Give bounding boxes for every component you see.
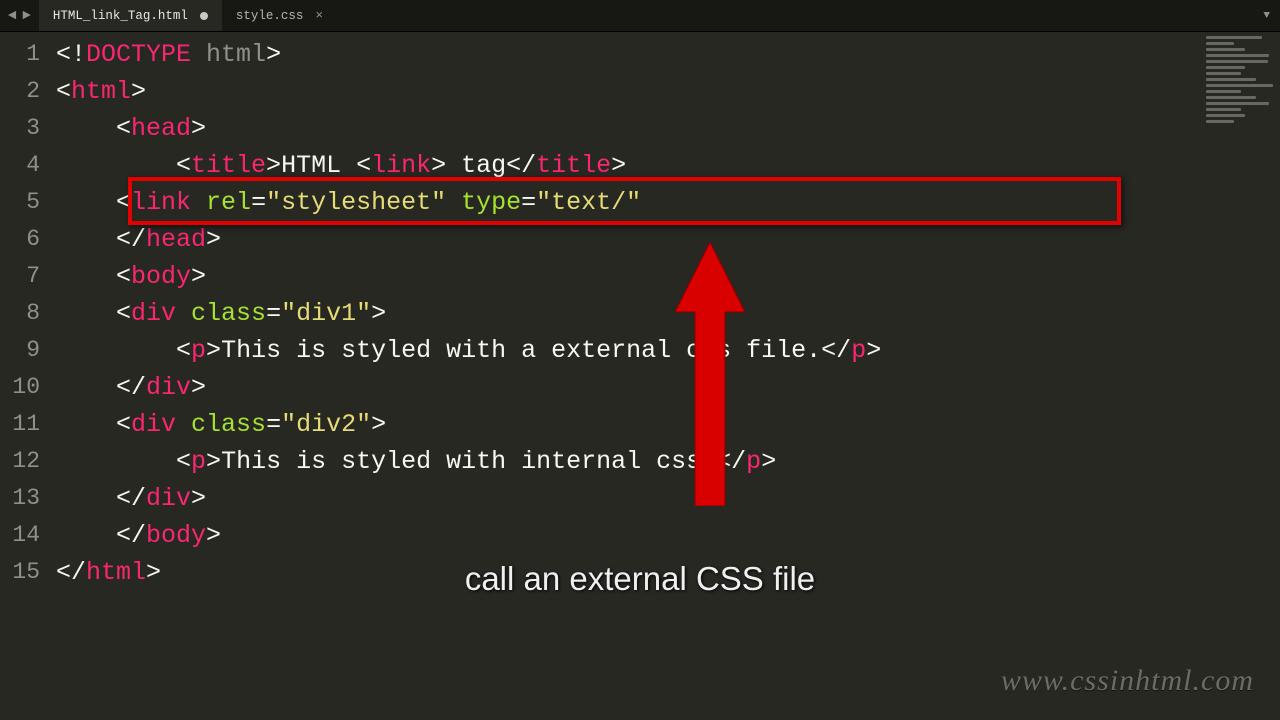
- code-line: <head>: [56, 110, 1280, 147]
- line-number: 5: [0, 184, 56, 221]
- tabs-dropdown-icon[interactable]: ▼: [1253, 10, 1280, 22]
- nav-forward-icon[interactable]: ►: [22, 8, 30, 24]
- code-line: </head>: [56, 221, 1280, 258]
- line-number: 3: [0, 110, 56, 147]
- code-line: <title>HTML <link> tag</title>: [56, 147, 1280, 184]
- nav-arrows: ◄ ►: [0, 8, 39, 24]
- code-area[interactable]: <!DOCTYPE html> <html> <head> <title>HTM…: [56, 32, 1280, 720]
- line-number-gutter: 1 2 3 4 5 6 7 8 9 10 11 12 13 14 15: [0, 32, 56, 720]
- code-line: <link rel="stylesheet" type="text/": [56, 184, 1280, 221]
- line-number: 8: [0, 295, 56, 332]
- code-editor[interactable]: 1 2 3 4 5 6 7 8 9 10 11 12 13 14 15 <!DO…: [0, 32, 1280, 720]
- unsaved-dot-icon: [200, 12, 208, 20]
- line-number: 11: [0, 406, 56, 443]
- code-line: <body>: [56, 258, 1280, 295]
- code-line: </body>: [56, 517, 1280, 554]
- line-number: 14: [0, 517, 56, 554]
- arrow-up-icon: [675, 242, 745, 506]
- tab-label: style.css: [236, 9, 304, 23]
- line-number: 2: [0, 73, 56, 110]
- line-number: 4: [0, 147, 56, 184]
- line-number: 6: [0, 221, 56, 258]
- line-number: 9: [0, 332, 56, 369]
- code-line: <div class="div2">: [56, 406, 1280, 443]
- minimap[interactable]: [1206, 36, 1276, 126]
- line-number: 7: [0, 258, 56, 295]
- tab-label: HTML_link_Tag.html: [53, 9, 188, 23]
- code-line: <!DOCTYPE html>: [56, 36, 1280, 73]
- code-line: <p>This is styled with a external css fi…: [56, 332, 1280, 369]
- tab-bar: ◄ ► HTML_link_Tag.html style.css × ▼: [0, 0, 1280, 32]
- line-number: 10: [0, 369, 56, 406]
- annotation-caption: call an external CSS file: [0, 560, 1280, 598]
- tab-style-css[interactable]: style.css ×: [222, 0, 337, 31]
- code-line: <p>This is styled with internal css.</p>: [56, 443, 1280, 480]
- line-number: 1: [0, 36, 56, 73]
- close-icon[interactable]: ×: [315, 8, 323, 23]
- code-line: <html>: [56, 73, 1280, 110]
- line-number: 13: [0, 480, 56, 517]
- code-line: </div>: [56, 480, 1280, 517]
- watermark: www.cssinhtml.com: [1001, 664, 1254, 698]
- tab-html-file[interactable]: HTML_link_Tag.html: [39, 0, 222, 31]
- nav-back-icon[interactable]: ◄: [8, 8, 16, 24]
- code-line: <div class="div1">: [56, 295, 1280, 332]
- line-number: 12: [0, 443, 56, 480]
- code-line: </div>: [56, 369, 1280, 406]
